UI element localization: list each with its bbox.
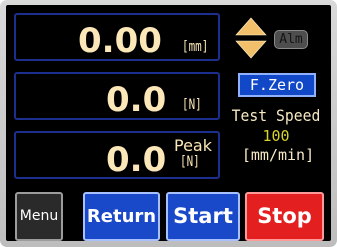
start-button[interactable]: Start [166,192,240,241]
up-arrow-icon[interactable] [235,17,267,36]
touch-screen: 0.00 [mm] 0.0 [N] 0.0 Peak [N] Alm F.Zer… [6,5,331,241]
displacement-unit: [mm] [182,39,209,55]
return-button[interactable]: Return [83,192,160,241]
force-value: 0.0 [106,80,167,120]
force-zero-button[interactable]: F.Zero [238,73,316,97]
force-unit: [N] [182,97,202,113]
test-speed-label: Test Speed [231,106,321,125]
menu-button[interactable]: Menu [15,192,63,241]
displacement-readout: 0.00 [mm] [14,13,220,61]
force-readout: 0.0 [N] [14,72,220,120]
stop-button[interactable]: Stop [245,192,324,241]
peak-force-value: 0.0 [106,140,167,180]
down-arrow-icon[interactable] [235,40,267,59]
alarm-indicator: Alm [274,30,308,49]
peak-force-unit: [N] [180,154,200,170]
test-speed-value[interactable]: 100 [246,129,306,144]
up-down-arrows-icon[interactable] [235,17,267,59]
peak-force-readout: 0.0 Peak [N] [14,131,220,179]
peak-label: Peak [174,136,212,155]
test-speed-unit: [mm/min] [241,146,315,164]
displacement-value: 0.00 [78,21,162,61]
